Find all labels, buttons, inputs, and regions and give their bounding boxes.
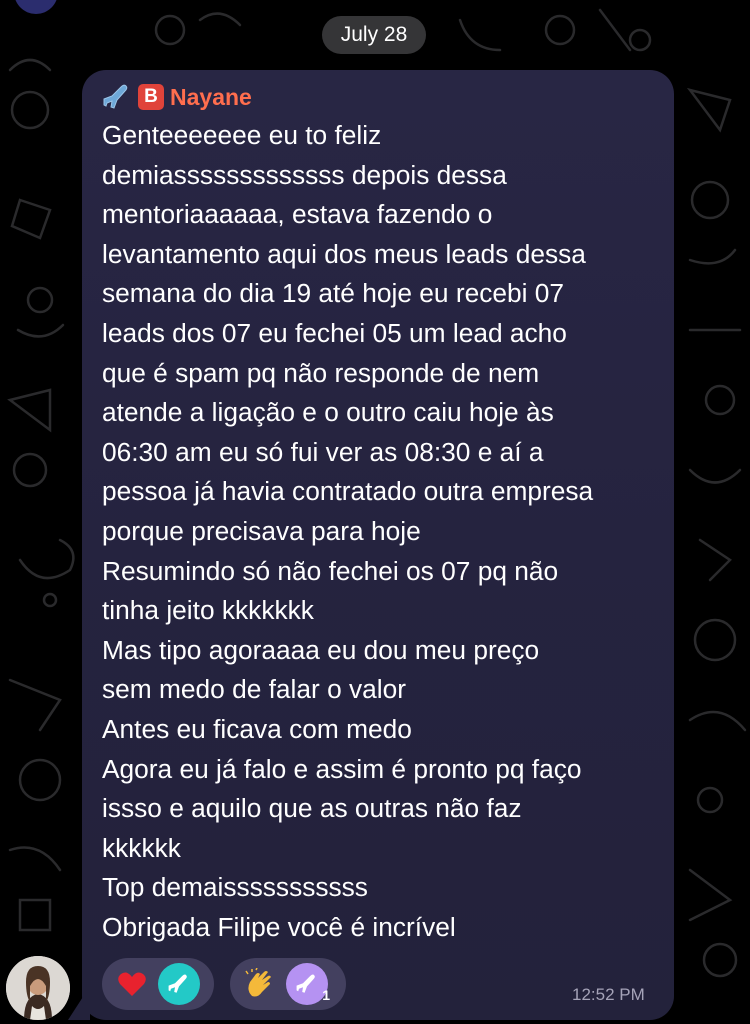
heart-icon [112,964,152,1004]
heart-reaction-chip[interactable] [102,958,214,1010]
date-separator: July 28 [322,16,426,54]
clap-reaction-chip[interactable]: 1 [230,958,346,1010]
airplane-icon [102,83,132,111]
message-timestamp: 12:52 PM [572,985,645,1004]
message-bubble[interactable]: B Nayane Genteeeeeee eu to feliz demiass… [82,70,674,1020]
reactor-avatar [158,963,200,1005]
reaction-count: 1 [322,987,330,1003]
sender-avatar[interactable] [6,956,70,1020]
previous-sender-avatar[interactable] [14,0,58,14]
clapping-hands-icon [240,964,280,1004]
reactor-avatar: 1 [286,963,330,1005]
b-button-icon: B [138,84,164,110]
sender-name[interactable]: Nayane [170,84,252,111]
airplane-icon [296,974,315,993]
message-text: Genteeeeeee eu to feliz demiasssssssssss… [102,120,594,942]
sender-header[interactable]: B Nayane [102,82,658,112]
airplane-icon [168,974,187,993]
